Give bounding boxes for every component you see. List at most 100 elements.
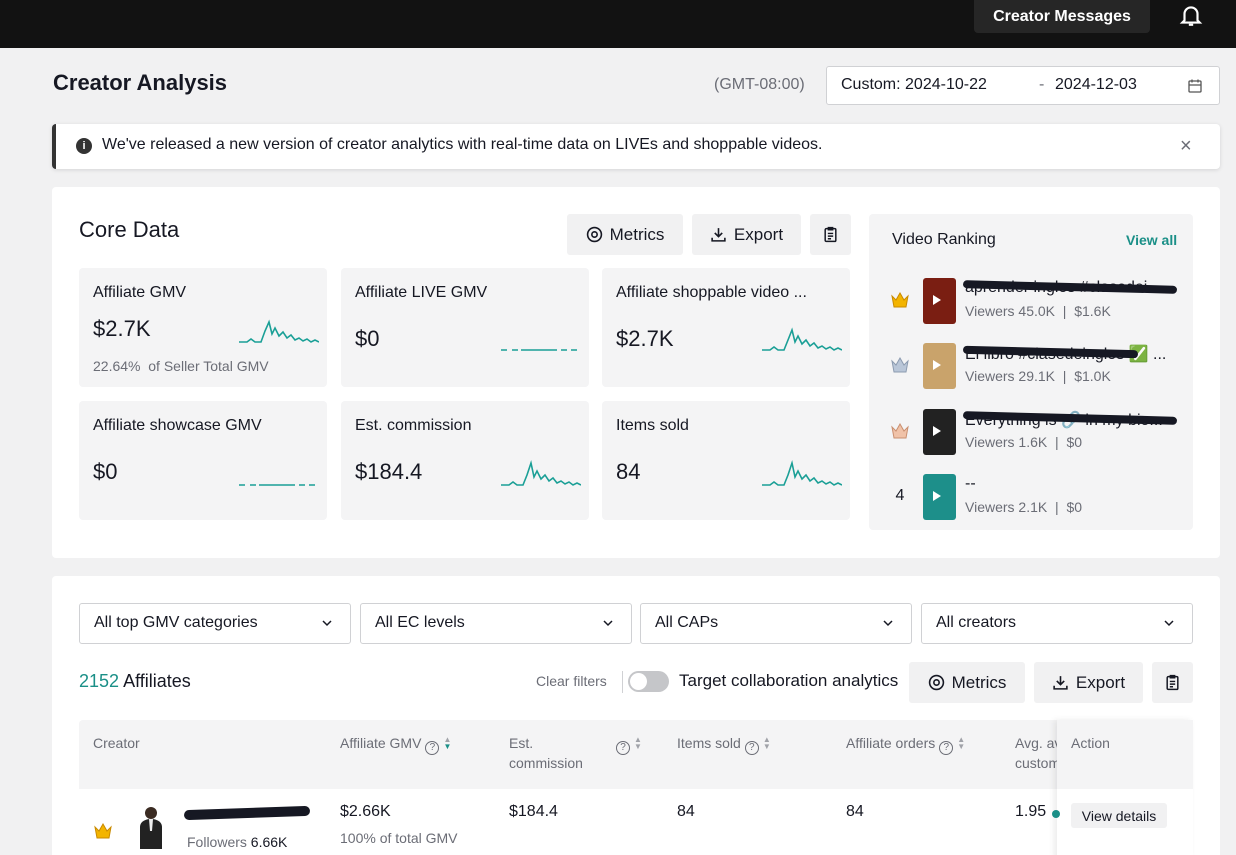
card-label: Affiliate shoppable video ...: [616, 284, 807, 301]
sort-icon[interactable]: ▲ ▼: [957, 736, 965, 751]
card-label: Items sold: [616, 417, 689, 434]
cell-orders: 84: [846, 803, 864, 820]
cell-gmv: $2.66K: [340, 803, 391, 820]
col-est-commission-controls[interactable]: ? ▲ ▼: [612, 733, 642, 755]
affiliates-report-button[interactable]: [1152, 662, 1193, 703]
video-thumbnail: [923, 474, 956, 520]
col-label: Affiliate GMV: [340, 735, 422, 751]
rank-number: 4: [895, 487, 905, 504]
sort-icon[interactable]: ▲ ▼: [443, 736, 451, 751]
close-icon[interactable]: ×: [1180, 135, 1192, 157]
download-icon: [711, 228, 726, 242]
affiliates-metrics-button[interactable]: Metrics: [909, 662, 1025, 703]
affiliates-metrics-label: Metrics: [951, 672, 1007, 692]
view-details-button[interactable]: View details: [1071, 803, 1167, 828]
cell-avg-customer: 1.95: [1015, 803, 1047, 820]
help-icon[interactable]: ?: [425, 741, 440, 755]
filter-value: All creators: [936, 614, 1017, 631]
banner-message: We've released a new version of creator …: [102, 136, 823, 153]
video-ranking-item[interactable]: aprender ingles #clasedei... Viewers 45.…: [869, 275, 1193, 329]
silver-crown-icon: [891, 356, 909, 373]
video-thumbnail: [923, 409, 956, 455]
card-value: $2.7K: [93, 316, 151, 341]
video-title: --: [965, 475, 976, 492]
col-affiliate-orders[interactable]: Affiliate orders ?▲ ▼: [846, 733, 965, 755]
info-icon: i: [76, 138, 92, 154]
col-est-commission[interactable]: Est. commission: [509, 733, 583, 773]
video-viewers: Viewers 1.6K: [965, 434, 1048, 450]
creator-followers: Followers 6.66K: [187, 834, 287, 850]
sort-icon[interactable]: ▲ ▼: [763, 736, 771, 751]
card-label: Affiliate showcase GMV: [93, 417, 262, 434]
filter-value: All top GMV categories: [94, 614, 258, 631]
affiliate-count: 2152 Affiliates: [79, 671, 191, 692]
card-items-sold[interactable]: Items sold 84: [602, 401, 850, 520]
video-stats: Viewers 29.1K | $1.0K: [965, 368, 1111, 384]
col-creator: Creator: [93, 735, 140, 751]
clipboard-icon: [1166, 674, 1179, 691]
card-affiliate-shoppable-video[interactable]: Affiliate shoppable video ... $2.7K: [602, 268, 850, 387]
core-metrics-button[interactable]: Metrics: [567, 214, 683, 255]
affiliates-export-label: Export: [1075, 672, 1126, 692]
help-icon[interactable]: ?: [616, 741, 630, 755]
filter-gmv-categories[interactable]: All top GMV categories: [79, 603, 351, 644]
cell-gmv-share: 100% of total GMV: [340, 830, 458, 846]
creator-messages-button[interactable]: Creator Messages: [974, 0, 1150, 33]
video-stats: Viewers 2.1K | $0: [965, 499, 1083, 515]
date-end: 2024-12-03: [1055, 76, 1137, 93]
sparkline-chart: [762, 459, 842, 486]
target-collaboration-toggle[interactable]: [628, 671, 669, 692]
col-label: Items sold: [677, 735, 741, 751]
page-title: Creator Analysis: [53, 70, 228, 95]
seller-share-pct: 22.64%: [93, 358, 141, 374]
clear-filters-link[interactable]: Clear filters: [536, 673, 607, 689]
core-export-button[interactable]: Export: [692, 214, 801, 255]
date-range-picker[interactable]: Custom: 2024-10-22 - 2024-12-03: [826, 66, 1220, 105]
col-items-sold[interactable]: Items sold ? ▲ ▼: [677, 733, 771, 755]
affiliates-export-button[interactable]: Export: [1034, 662, 1143, 703]
filter-caps[interactable]: All CAPs: [640, 603, 912, 644]
video-ranking-item[interactable]: 4 -- Viewers 2.1K | $0: [869, 471, 1193, 525]
filter-creators[interactable]: All creators: [921, 603, 1193, 644]
core-export-label: Export: [733, 224, 784, 244]
card-affiliate-gmv[interactable]: Affiliate GMV $2.7K 22.64% of Seller Tot…: [79, 268, 327, 387]
sparkline-chart: [501, 459, 581, 486]
bell-icon[interactable]: [1178, 2, 1204, 28]
col-label-2: custom: [1015, 755, 1057, 771]
video-stats: Viewers 1.6K | $0: [965, 434, 1083, 450]
video-thumbnail: [923, 343, 956, 389]
filter-value: All EC levels: [375, 614, 465, 631]
card-affiliate-showcase-gmv[interactable]: Affiliate showcase GMV $0: [79, 401, 327, 520]
action-header-bg: [1057, 720, 1193, 789]
card-affiliate-live-gmv[interactable]: Affiliate LIVE GMV $0: [341, 268, 589, 387]
download-icon: [1053, 676, 1068, 690]
gold-crown-icon: [891, 291, 909, 308]
video-gmv: $1.0K: [1074, 368, 1111, 384]
bronze-crown-icon: [891, 422, 909, 439]
view-all-link[interactable]: View all: [1126, 232, 1177, 248]
card-est-commission[interactable]: Est. commission $184.4: [341, 401, 589, 520]
affiliate-count-number: 2152: [79, 671, 120, 691]
sparkline-chart: [239, 319, 319, 343]
avatar[interactable]: [137, 805, 165, 849]
cell-commission: $184.4: [509, 803, 558, 820]
help-icon[interactable]: ?: [744, 741, 759, 755]
video-ranking-title: Video Ranking: [892, 231, 996, 248]
card-value: $0: [355, 326, 380, 351]
help-icon[interactable]: ?: [939, 741, 954, 755]
filter-ec-levels[interactable]: All EC levels: [360, 603, 632, 644]
video-viewers: Viewers 45.0K: [965, 303, 1056, 319]
core-metrics-label: Metrics: [609, 224, 665, 244]
video-thumbnail: [923, 278, 956, 324]
core-report-button[interactable]: [810, 214, 851, 255]
video-ranking-item[interactable]: Everything is 🔗 in my bio... Viewers 1.6…: [869, 406, 1193, 460]
metrics-icon: [928, 674, 944, 691]
top-bar: Creator Messages: [0, 0, 1236, 48]
calendar-icon: [1188, 79, 1202, 93]
followers-label: Followers: [187, 834, 247, 850]
col-affiliate-gmv[interactable]: Affiliate GMV ?▲ ▼: [340, 733, 451, 755]
sort-icon[interactable]: ▲ ▼: [634, 736, 642, 751]
video-ranking-item[interactable]: El libro #clasedeingles ✅ ... Viewers 29…: [869, 340, 1193, 394]
col-avg-customer[interactable]: Avg. av custom: [1015, 733, 1057, 773]
card-sub: 22.64% of Seller Total GMV: [93, 358, 269, 374]
